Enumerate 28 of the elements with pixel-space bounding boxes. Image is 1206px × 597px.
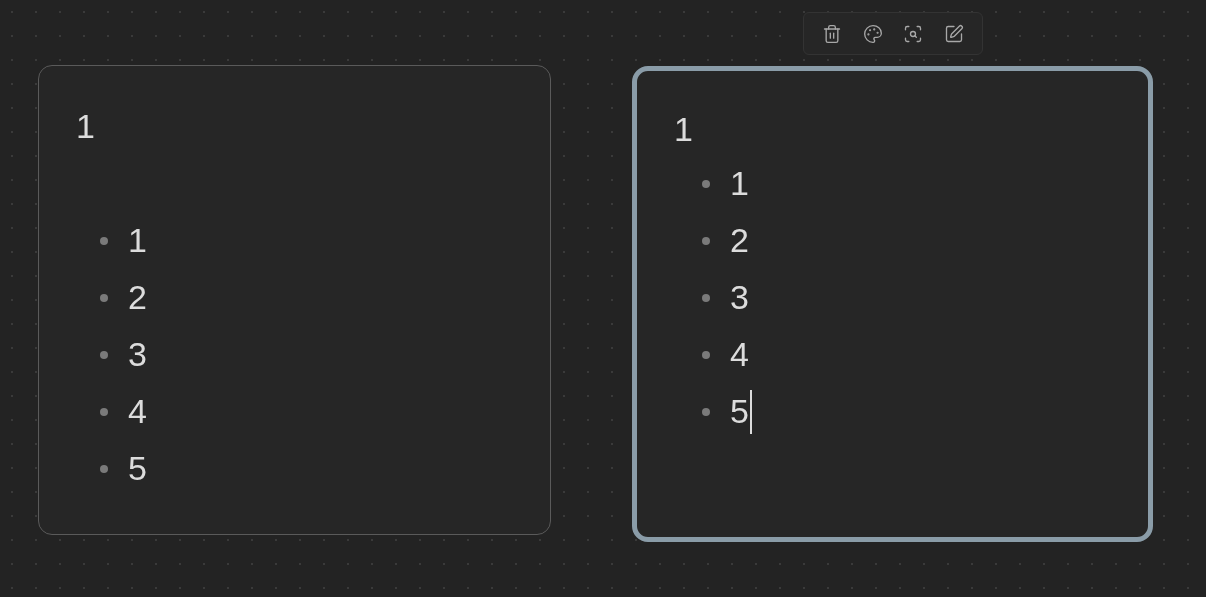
palette-icon — [862, 23, 883, 44]
bullet-icon — [702, 407, 710, 416]
list-item-text: 3 — [730, 277, 749, 318]
list-item-text: 4 — [128, 391, 147, 432]
note-card[interactable]: 1 1 2 3 4 5 — [632, 66, 1153, 542]
delete-icon — [822, 23, 843, 44]
zoom-to-fit-icon — [903, 23, 924, 44]
bullet-icon — [100, 236, 108, 245]
bullet-icon — [100, 293, 108, 302]
bullet-icon — [702, 179, 710, 188]
edit-icon — [943, 23, 964, 44]
list-item-text: 2 — [128, 277, 147, 318]
list-item-text: 1 — [730, 163, 749, 204]
bullet-icon — [702, 293, 710, 302]
list-item-text: 5 — [730, 391, 749, 432]
list-item-text: 2 — [730, 220, 749, 261]
bullet-icon — [702, 350, 710, 359]
list-item-text: 1 — [128, 220, 147, 261]
note-heading: 1 — [76, 106, 95, 147]
list-item-text: 4 — [730, 334, 749, 375]
list-item-text: 5 — [128, 448, 147, 489]
bullet-icon — [100, 407, 108, 416]
note-heading: 1 — [674, 109, 693, 150]
list-item-text: 3 — [128, 334, 147, 375]
bullet-icon — [100, 350, 108, 359]
note-card[interactable]: 1 1 2 3 4 5 — [38, 65, 551, 535]
bullet-icon — [100, 464, 108, 473]
bullet-icon — [702, 236, 710, 245]
